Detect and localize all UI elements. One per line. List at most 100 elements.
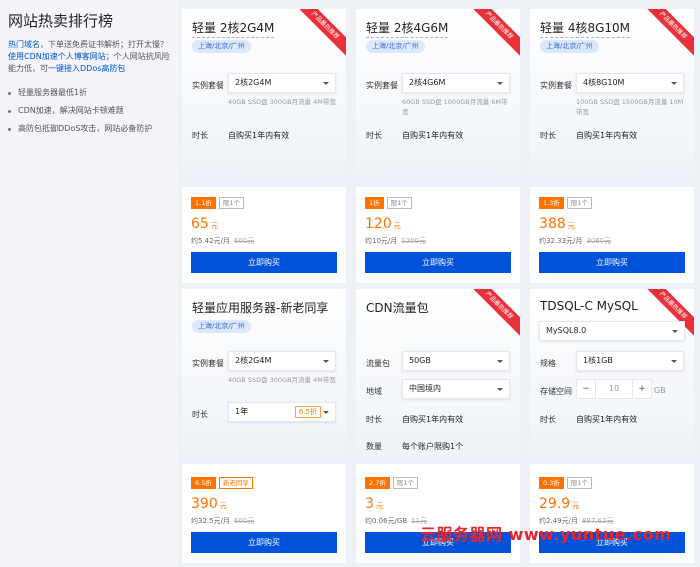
price-unit: 元 — [375, 502, 383, 510]
hot-ribbon: 产品最热推荐 — [291, 9, 346, 60]
version-select[interactable]: MySQL8.0 — [539, 321, 685, 341]
badge-row: 1.1折 限1个 — [191, 197, 247, 209]
original-price: 600元 — [233, 237, 255, 245]
chevron-down-icon — [497, 388, 503, 391]
quantity-label: 数量 — [366, 442, 382, 451]
chevron-down-icon — [672, 330, 678, 333]
cdn-link[interactable]: 使用CDN加速个人博客网站 — [8, 52, 106, 61]
monthly-price: 约32.5元/月 — [191, 517, 230, 525]
card-config-area: 产品最热推荐 CDN流量包 流量包 50GB 地域 中国境内 时长 自购买1年内… — [356, 289, 520, 464]
storage-unit: GB — [654, 386, 666, 395]
duration-discount-tag: 6.5折 — [294, 406, 321, 418]
storage-stepper[interactable]: −10 + — [576, 379, 652, 399]
product-card-lighthouse-2c2g: 产品最热推荐 轻量 2核2G4M 上海/北京/广州 实例套餐 2核2G4M 40… — [182, 9, 346, 283]
badge-row: 1.3折 限1个 — [539, 197, 595, 209]
feature-item: 轻量服务器最低1折 — [8, 87, 170, 99]
hot-ribbon: 产品最热推荐 — [465, 289, 520, 340]
product-card-lighthouse-4c8g: 产品最热推荐 轻量 4核8G10M 上海/北京/广州 实例套餐 4核8G10M … — [530, 9, 694, 283]
duration-value: 自购买1年内有效 — [402, 415, 464, 424]
traffic-select-value: 50GB — [409, 356, 431, 365]
limit-badge: 限1个 — [566, 197, 592, 209]
shared-tag: 新老同享 — [218, 477, 253, 489]
unit-price: 约0.06元/GB — [365, 517, 408, 525]
duration-label: 时长 — [366, 131, 382, 140]
buy-now-button[interactable]: 立即购买 — [191, 252, 337, 273]
chevron-down-icon — [671, 82, 677, 85]
area-select[interactable]: 中国境内 — [402, 379, 510, 399]
plan-spec: 60GB SSD盘 1000GB月流量 6M带宽 — [402, 98, 508, 116]
monthly-price: 约10元/月 — [365, 237, 398, 245]
card-config-area: 轻量应用服务器-新老同享 上海/北京/广州 实例套餐 2核2G4M 40GB S… — [182, 289, 346, 464]
card-config-area: 产品最热推荐 TDSQL-C MySQL MySQL8.0 规格 1核1GB 存… — [530, 289, 694, 464]
card-price-area: 6.5折 新老同享 390 元 约32.5元/月 600元 立即购买 — [182, 464, 346, 563]
price-value: 3 — [365, 496, 374, 512]
feature-list: 轻量服务器最低1折 CDN加速，解决网站卡顿难题 高防包抵御DDoS攻击，网站必… — [8, 87, 170, 135]
quantity-value: 每个账户限购1个 — [402, 442, 464, 451]
card-title: 轻量 4核8G10M — [540, 19, 631, 38]
region-tag: 上海/北京/广州 — [192, 40, 251, 53]
plan-select-value: 4核8G10M — [583, 78, 625, 87]
discount-badge: 6.5折 — [191, 477, 216, 489]
buy-now-button[interactable]: 立即购买 — [191, 532, 337, 553]
duration-label: 时长 — [366, 415, 382, 424]
plan-select[interactable]: 2核4G6M — [402, 73, 510, 93]
plan-label: 实例套餐 — [192, 81, 224, 90]
duration-label: 时长 — [540, 415, 556, 424]
card-config-area: 产品最热推荐 轻量 2核2G4M 上海/北京/广州 实例套餐 2核2G4M 40… — [182, 9, 346, 187]
duration-value: 自购买1年内有效 — [576, 415, 638, 424]
hot-ribbon: 产品最热推荐 — [465, 9, 520, 60]
plan-select[interactable]: 2核2G4M — [228, 73, 336, 93]
price-value: 390 — [191, 496, 218, 512]
panel-description: 热门域名，下单送免费证书解析；打开太慢？使用CDN加速个人博客网站；个人网站抗风… — [8, 39, 170, 75]
plus-button[interactable]: + — [633, 380, 651, 398]
traffic-select[interactable]: 50GB — [402, 351, 510, 371]
price: 388 元 — [539, 216, 575, 232]
spec-select-value: 1核1GB — [583, 356, 613, 365]
hot-domain-link[interactable]: 热门域名 — [8, 40, 40, 49]
limit-badge: 限1个 — [386, 197, 412, 209]
minus-button[interactable]: − — [577, 380, 595, 398]
discount-badge: 0.3折 — [539, 477, 564, 489]
price-unit: 元 — [219, 502, 227, 510]
badge-row: 2.7折 限1个 — [365, 477, 421, 489]
product-card-lighthouse-2c4g: 产品最热推荐 轻量 2核4G6M 上海/北京/广州 实例套餐 2核4G6M 60… — [356, 9, 520, 283]
version-select-value: MySQL8.0 — [546, 326, 587, 335]
plan-spec: 40GB SSD盘 300GB月流量 4M带宽 — [228, 376, 336, 384]
price: 65 元 — [191, 216, 218, 232]
price-unit: 元 — [210, 222, 218, 230]
spec-select[interactable]: 1核1GB — [576, 351, 684, 371]
plan-select-value: 2核2G4M — [235, 356, 272, 365]
spec-label: 规格 — [540, 359, 556, 368]
region-tag: 上海/北京/广州 — [192, 320, 251, 333]
card-title: 轻量 2核2G4M — [192, 19, 275, 38]
card-config-area: 产品最热推荐 轻量 4核8G10M 上海/北京/广州 实例套餐 4核8G10M … — [530, 9, 694, 187]
chevron-down-icon — [497, 82, 503, 85]
original-price: 1200元 — [401, 237, 427, 245]
duration-select[interactable]: 1年 6.5折 — [228, 402, 336, 422]
badge-row: 6.5折 新老同享 — [191, 477, 256, 489]
buy-now-button[interactable]: 立即购买 — [539, 252, 685, 273]
card-title: 轻量 2核4G6M — [366, 19, 449, 38]
chevron-down-icon — [323, 82, 329, 85]
buy-now-button[interactable]: 立即购买 — [365, 252, 511, 273]
card-title: CDN流量包 — [366, 301, 429, 315]
plan-spec: 40GB SSD盘 300GB月流量 4M带宽 — [228, 98, 336, 106]
plan-label: 实例套餐 — [192, 359, 224, 368]
plan-label: 实例套餐 — [540, 81, 572, 90]
ddos-link[interactable]: 一键接入DDos高防包 — [48, 64, 125, 73]
monthly-price: 约32.33元/月 — [539, 237, 583, 245]
original-price: 600元 — [233, 517, 255, 525]
card-price-area: 1.3折 限1个 388 元 约32.33元/月 3060元 立即购买 — [530, 187, 694, 283]
monthly-price: 约5.42元/月 — [191, 237, 230, 245]
plan-select[interactable]: 4核8G10M — [576, 73, 684, 93]
duration-label: 时长 — [540, 131, 556, 140]
storage-value[interactable]: 10 — [595, 380, 633, 398]
card-price-area: 0.3折 限1个 29.9 元 约2.49元/月 887.62元 立即购买 — [530, 464, 694, 563]
plan-select[interactable]: 2核2G4M — [228, 351, 336, 371]
card-price-area: 2.7折 限1个 3元 约0.06元/GB 11元 立即购买 — [356, 464, 520, 563]
limit-badge: 限1个 — [218, 197, 244, 209]
duration-select-value: 1年 — [235, 407, 249, 416]
price-unit: 元 — [393, 222, 401, 230]
area-select-value: 中国境内 — [409, 384, 441, 393]
duration-label: 时长 — [192, 131, 208, 140]
